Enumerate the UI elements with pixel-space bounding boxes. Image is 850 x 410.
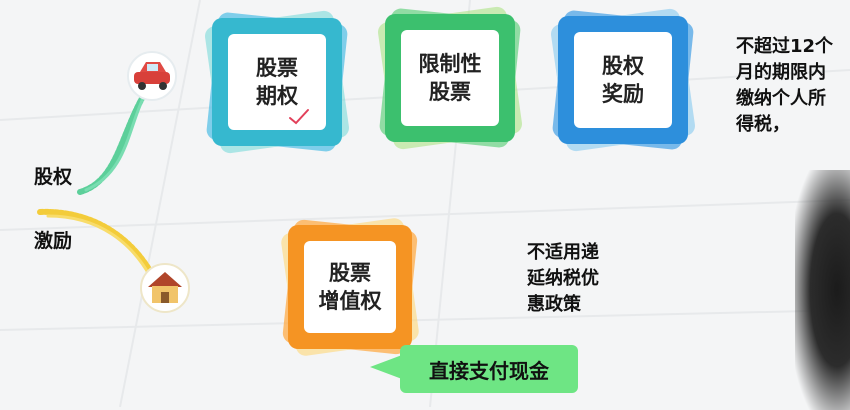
note-deferral: 不超过12个 月的期限内 缴纳个人所 得税， xyxy=(736,34,833,138)
tile-sar-line2: 增值权 xyxy=(318,289,382,313)
house-icon xyxy=(140,263,190,313)
side-label-line2: 激励 xyxy=(34,230,73,252)
tile-restricted-stock-line2: 股票 xyxy=(429,80,471,104)
note-deferral-line4: 得税， xyxy=(736,114,790,135)
car-icon xyxy=(127,51,177,101)
checkmark-icon xyxy=(289,109,309,125)
tile-equity-award-line1: 股权 xyxy=(602,54,644,78)
note-deferral-line3: 缴纳个人所 xyxy=(736,88,826,109)
note-deferral-line1: 不超过12个 xyxy=(736,36,834,57)
tile-stock-option: 股票 期权 xyxy=(203,9,351,155)
tile-restricted-stock: 限制性 股票 xyxy=(376,5,524,151)
tile-equity-award: 股权 奖励 xyxy=(549,7,697,153)
side-label-line1: 股权 xyxy=(34,166,73,188)
tile-stock-option-line1: 股票 xyxy=(256,56,298,80)
tile-restricted-stock-line1: 限制性 xyxy=(418,52,482,76)
tile-stock-appreciation-right: 股票 增值权 xyxy=(279,216,421,358)
note-no-deferral-line3: 惠政策 xyxy=(527,294,581,315)
green-path xyxy=(77,82,153,195)
badge-pointer xyxy=(370,355,402,379)
direct-cash-badge: 直接支付现金 xyxy=(400,345,578,393)
tile-sar-line1: 股票 xyxy=(329,261,371,285)
tile-stock-option-line2: 期权 xyxy=(256,84,298,108)
note-no-deferral: 不适用递 延纳税优 惠政策 xyxy=(527,240,599,318)
presenter-silhouette xyxy=(795,170,850,410)
note-no-deferral-line2: 延纳税优 xyxy=(527,268,599,289)
tile-equity-award-line2: 奖励 xyxy=(602,82,644,106)
note-no-deferral-line1: 不适用递 xyxy=(527,242,599,263)
note-deferral-line2: 月的期限内 xyxy=(736,62,826,83)
